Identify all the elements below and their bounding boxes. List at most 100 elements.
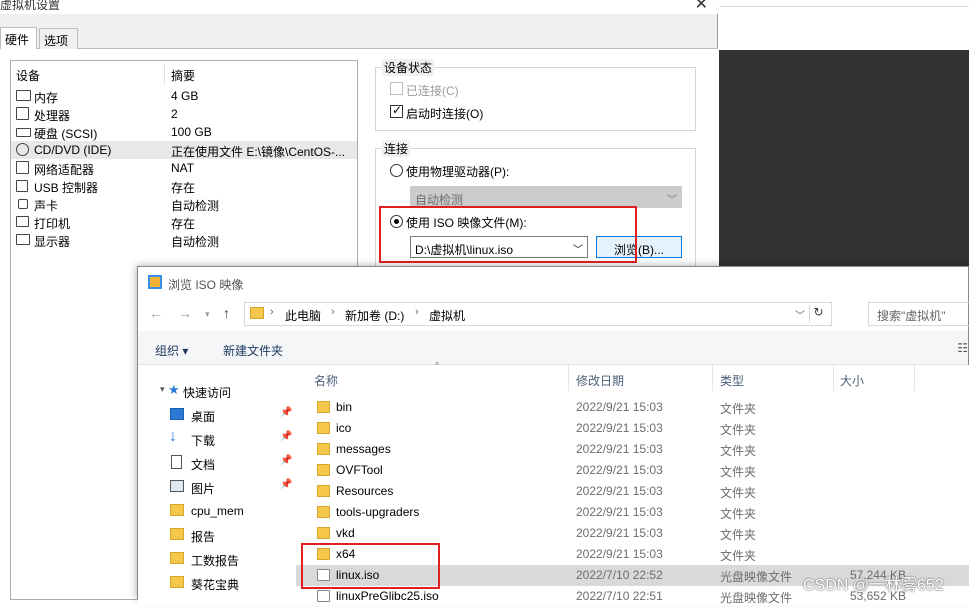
device-list-header: 设备 摘要 xyxy=(11,61,357,87)
nav-item-downloads[interactable]: ↓ 下载 📌 xyxy=(138,427,296,451)
device-status-title: 设备状态 xyxy=(382,59,435,76)
chevron-right-icon[interactable]: › xyxy=(270,306,274,318)
display-icon xyxy=(16,234,30,245)
device-row-usb[interactable]: USB 控制器 存在 xyxy=(11,177,357,195)
vmware-app-icon xyxy=(148,275,162,289)
connect-at-power-on-checkbox[interactable] xyxy=(390,103,403,118)
device-row-hard-disk[interactable]: 硬盘 (SCSI) 100 GB xyxy=(11,123,357,141)
iso-path-combobox[interactable]: D:\虚拟机\linux.iso ﹀ xyxy=(410,236,588,258)
device-summary: 2 xyxy=(171,107,178,121)
device-row-cpu[interactable]: 处理器 2 xyxy=(11,105,357,123)
nav-item-work-hours-report[interactable]: 工数报告 xyxy=(138,547,296,571)
file-list: ^ 名称 修改日期 类型 大小 bin 2022/9/21 15:03 文件夹 … xyxy=(296,360,969,605)
nav-item-sunflower-manual[interactable]: 葵花宝典 xyxy=(138,571,296,595)
sort-ascending-icon: ^ xyxy=(435,360,440,370)
star-icon: ★ xyxy=(168,382,180,397)
file-row-vkd[interactable]: vkd 2022/9/21 15:03 文件夹 xyxy=(296,523,969,544)
device-row-network-adapter[interactable]: 网络适配器 NAT xyxy=(11,159,357,177)
header-summary[interactable]: 摘要 xyxy=(171,67,195,84)
connected-checkbox[interactable] xyxy=(390,82,403,95)
physical-drive-radio[interactable] xyxy=(390,164,403,177)
refresh-icon[interactable]: ↻ xyxy=(809,305,827,323)
pin-icon[interactable]: 📌 xyxy=(280,479,292,490)
nav-item-cpu-mem[interactable]: cpu_mem xyxy=(138,499,296,523)
column-size[interactable]: 大小 xyxy=(840,372,864,389)
pin-icon[interactable]: 📌 xyxy=(280,407,292,418)
physical-drive-dropdown: 自动检测 ﹀ xyxy=(410,186,682,208)
chevron-right-icon[interactable]: › xyxy=(331,306,335,318)
device-row-printer[interactable]: 打印机 存在 xyxy=(11,213,357,231)
device-row-memory[interactable]: 内存 4 GB xyxy=(11,87,357,105)
column-name[interactable]: 名称 xyxy=(314,372,338,389)
file-row-tools-upgraders[interactable]: tools-upgraders 2022/9/21 15:03 文件夹 xyxy=(296,502,969,523)
new-folder-button[interactable]: 新建文件夹 xyxy=(223,342,283,359)
device-summary: 自动检测 xyxy=(171,199,220,213)
browse-iso-title: 浏览 ISO 映像 xyxy=(168,278,244,292)
forward-arrow-icon[interactable]: → xyxy=(178,305,192,321)
organize-button[interactable]: 组织 ▾ xyxy=(155,342,188,359)
device-name: 显示器 xyxy=(34,235,71,249)
chevron-right-icon[interactable]: › xyxy=(415,306,419,318)
chevron-down-icon[interactable]: ﹀ xyxy=(573,241,583,256)
nav-item-documents[interactable]: 文档 📌 xyxy=(138,451,296,475)
recent-locations-chevron-icon[interactable]: ▾ xyxy=(205,309,210,320)
chevron-down-icon: ﹀ xyxy=(667,195,677,206)
divider[interactable] xyxy=(568,365,569,391)
file-date: 2022/9/21 15:03 xyxy=(576,547,663,561)
chevron-down-icon[interactable]: ﹀ xyxy=(795,307,805,322)
device-name: 硬盘 (SCSI) xyxy=(34,127,98,141)
file-row-bin[interactable]: bin 2022/9/21 15:03 文件夹 xyxy=(296,397,969,418)
chevron-down-icon[interactable]: ▾ xyxy=(160,384,165,395)
file-date: 2022/9/21 15:03 xyxy=(576,484,663,498)
file-row-messages[interactable]: messages 2022/9/21 15:03 文件夹 xyxy=(296,439,969,460)
tab-hardware[interactable]: 硬件 xyxy=(0,27,37,49)
nav-item-pictures[interactable]: 图片 📌 xyxy=(138,475,296,499)
file-row-ovftool[interactable]: OVFTool 2022/9/21 15:03 文件夹 xyxy=(296,460,969,481)
view-options-icon[interactable]: ☷ xyxy=(957,341,968,355)
column-type[interactable]: 类型 xyxy=(720,372,744,389)
device-name: USB 控制器 xyxy=(34,181,99,195)
desktop-icon xyxy=(170,408,184,420)
folder-icon xyxy=(317,527,330,539)
nav-item-quick-access[interactable]: ▾ ★ 快速访问 xyxy=(138,379,296,403)
search-input[interactable]: 搜索"虚拟机" xyxy=(868,302,969,326)
file-row-resources[interactable]: Resources 2022/9/21 15:03 文件夹 xyxy=(296,481,969,502)
iso-path-value: D:\虚拟机\linux.iso xyxy=(415,243,514,257)
nav-label: 文档 xyxy=(191,458,216,472)
breadcrumb-folder[interactable]: 虚拟机 xyxy=(429,307,465,324)
physical-drive-value: 自动检测 xyxy=(415,193,464,207)
network-adapter-icon xyxy=(16,161,29,174)
header-device[interactable]: 设备 xyxy=(16,67,40,84)
breadcrumb-drive-d[interactable]: 新加卷 (D:) xyxy=(345,307,404,324)
divider[interactable] xyxy=(712,365,713,391)
file-row-x64[interactable]: x64 2022/9/21 15:03 文件夹 xyxy=(296,544,969,565)
file-row-ico[interactable]: ico 2022/9/21 15:03 文件夹 xyxy=(296,418,969,439)
file-list-header: ^ 名称 修改日期 类型 大小 xyxy=(296,360,969,391)
nav-label: 葵花宝典 xyxy=(191,578,240,592)
breadcrumb-this-pc[interactable]: 此电脑 xyxy=(285,307,321,324)
up-arrow-icon[interactable]: ↑ xyxy=(223,305,230,321)
divider xyxy=(164,63,165,85)
device-row-sound-card[interactable]: 声卡 自动检测 xyxy=(11,195,357,213)
nav-item-reports[interactable]: 报告 xyxy=(138,523,296,547)
file-type: 文件夹 xyxy=(720,486,757,500)
close-icon[interactable]: ✕ xyxy=(695,0,708,14)
navigation-bar: ← → ▾ ↑ › 此电脑 › 新加卷 (D:) › 虚拟机 ﹀ ↻ 搜索"虚拟… xyxy=(138,299,969,331)
address-bar[interactable]: › 此电脑 › 新加卷 (D:) › 虚拟机 ﹀ ↻ xyxy=(244,302,832,326)
device-row-display[interactable]: 显示器 自动检测 xyxy=(11,231,357,249)
nav-item-desktop[interactable]: 桌面 📌 xyxy=(138,403,296,427)
column-date[interactable]: 修改日期 xyxy=(576,372,624,389)
pin-icon[interactable]: 📌 xyxy=(280,431,292,442)
nav-label: 图片 xyxy=(191,482,216,496)
back-arrow-icon[interactable]: ← xyxy=(149,305,163,321)
device-row-cd-dvd[interactable]: CD/DVD (IDE) 正在使用文件 E:\镜像\CentOS-... xyxy=(11,141,357,159)
file-name: Resources xyxy=(336,484,394,498)
tab-options[interactable]: 选项 xyxy=(39,28,78,49)
connection-group: 连接 使用物理驱动器(P): 自动检测 ﹀ 使用 ISO 映像文件(M): D:… xyxy=(375,140,696,270)
iso-image-radio[interactable] xyxy=(390,215,403,228)
divider[interactable] xyxy=(914,365,915,391)
pin-icon[interactable]: 📌 xyxy=(280,455,292,466)
divider[interactable] xyxy=(833,365,834,391)
usb-icon xyxy=(16,180,28,192)
browse-button[interactable]: 浏览(B)... xyxy=(596,236,682,258)
